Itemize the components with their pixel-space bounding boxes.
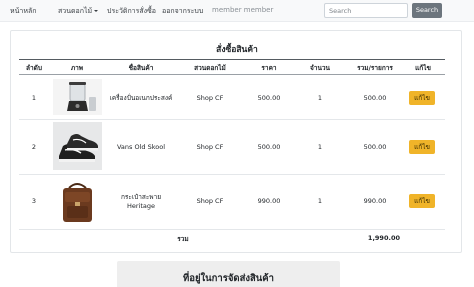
column-header-edit: แก้ไข <box>415 64 431 72</box>
chevron-down-icon <box>94 10 99 12</box>
row-2-name: Vans Old Skool <box>116 143 166 151</box>
row-1-price: 500.00 <box>257 94 281 102</box>
row-1-no: 1 <box>31 94 37 102</box>
row-2-shop: Shop CF <box>196 143 224 151</box>
nav-products-label: สวนดอกไม้ <box>58 7 93 15</box>
row-3-edit-button[interactable]: แก้ไข <box>409 194 435 208</box>
total-label: รวม <box>177 235 189 243</box>
row-divider <box>19 174 445 175</box>
search-button[interactable]: Search <box>412 3 442 18</box>
column-header-image: ภาพ <box>70 64 84 72</box>
top-navbar: หน้าหลัก สวนดอกไม้ ประวัติการสั่งซื้อ ออ… <box>0 0 474 22</box>
nav-history-link[interactable]: ประวัติการสั่งซื้อ <box>107 6 156 17</box>
title-divider <box>19 59 445 60</box>
product-image-sneakers <box>53 122 102 170</box>
row-3-subtotal: 990.00 <box>363 197 387 205</box>
search-input[interactable] <box>324 3 408 18</box>
row-2-qty: 1 <box>317 143 323 151</box>
row-2-no: 2 <box>31 143 37 151</box>
nav-products-dropdown[interactable]: สวนดอกไม้ <box>58 6 99 17</box>
row-1-edit-button[interactable]: แก้ไข <box>409 91 435 105</box>
row-divider <box>19 119 445 120</box>
column-header-subtotal: รวม/รายการ <box>357 64 393 72</box>
column-header-shop: สวนดอกไม้ <box>194 64 226 72</box>
row-1-qty: 1 <box>317 94 323 102</box>
row-2-subtotal: 500.00 <box>363 143 387 151</box>
row-1-shop: Shop CF <box>196 94 224 102</box>
column-header-no: ลำดับ <box>26 64 42 72</box>
row-1-name: เครื่องปั่นอเนกประสงค์ <box>109 94 173 102</box>
nav-logout-link[interactable]: ออกจากระบบ <box>162 6 203 17</box>
shipping-title: ที่อยู่ในการจัดส่งสินค้า <box>182 273 274 284</box>
row-2-edit-button[interactable]: แก้ไข <box>409 140 435 154</box>
nav-member-name: member member <box>212 6 274 14</box>
row-3-no: 3 <box>31 197 37 205</box>
order-title: สั่งซื้อสินค้า <box>216 45 258 55</box>
column-header-name: ชื่อสินค้า <box>128 64 154 72</box>
row-3-shop: Shop CF <box>196 197 224 205</box>
column-header-qty: จำนวน <box>310 64 330 72</box>
product-image-blender <box>53 79 102 115</box>
nav-home-link[interactable]: หน้าหลัก <box>10 6 36 17</box>
row-3-name: กระเป๋าสะพาย Heritage <box>120 193 162 210</box>
row-1-subtotal: 500.00 <box>363 94 387 102</box>
column-header-price: ราคา <box>261 64 277 72</box>
total-value: 1,990.00 <box>367 234 400 242</box>
row-3-qty: 1 <box>317 197 323 205</box>
row-divider <box>19 229 445 230</box>
row-2-price: 500.00 <box>257 143 281 151</box>
header-divider <box>19 74 445 75</box>
product-image-leather-bag <box>53 178 102 226</box>
row-3-price: 990.00 <box>257 197 281 205</box>
